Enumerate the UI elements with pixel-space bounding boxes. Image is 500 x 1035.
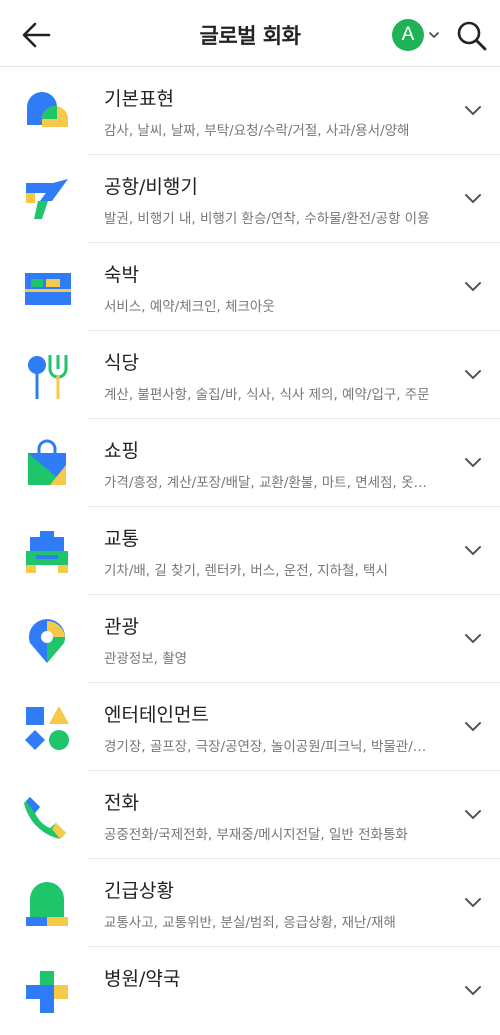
category-list: 기본표현 감사, 날씨, 날짜, 부탁/요청/수락/거절, 사과/용서/양해 공… [0,67,500,1035]
airplane-icon [26,179,68,219]
category-row-emergency[interactable]: 긴급상황 교통사고, 교통위반, 분실/범죄, 응급상황, 재난/재해 [0,859,500,947]
chevron-down-icon [465,810,481,820]
category-title: 전화 [104,792,139,814]
category-subtitle: 경기장, 골프장, 극장/공연장, 놀이공원/피크닉, 박물관/미술관 [104,739,434,755]
category-title: 긴급상황 [104,880,174,902]
taxi-icon [26,531,68,573]
category-title: 병원/약국 [104,968,181,990]
chevron-down-icon [465,722,481,732]
chevron-down-icon [465,546,481,556]
category-subtitle: 발권, 비행기 내, 비행기 환승/연착, 수하물/환전/공항 이용 [104,211,430,227]
chevron-down-icon [465,282,481,292]
bed-icon [25,273,71,305]
chevron-down-icon [465,986,481,996]
avatar: A [392,19,424,51]
category-title: 관광 [104,616,139,638]
category-subtitle: 계산, 불편사항, 술집/바, 식사, 식사 제의, 예약/입구, 주문 [104,387,430,403]
category-row-shopping[interactable]: 쇼핑 가격/흥정, 계산/포장/배달, 교환/환불, 마트, 면세점, 옷가게 [0,419,500,507]
chevron-down-icon [465,194,481,204]
account-switcher[interactable]: A [392,19,442,51]
category-subtitle: 공중전화/국제전화, 부재중/메시지전달, 일반 전화통화 [104,827,408,843]
category-subtitle: 교통사고, 교통위반, 분실/범죄, 응급상황, 재난/재해 [104,915,396,931]
chevron-down-icon [465,634,481,644]
chevron-down-icon [465,106,481,116]
map-pin-icon [29,619,66,663]
spoon-fork-icon [28,355,68,399]
category-title: 숙박 [104,264,139,286]
shopping-bag-icon [28,439,66,485]
category-title: 공항/비행기 [104,176,198,198]
phone-icon [24,797,66,839]
category-title: 식당 [104,352,139,374]
category-row-lodging[interactable]: 숙박 서비스, 예약/체크인, 체크아웃 [0,243,500,331]
search-icon[interactable] [455,19,489,53]
category-subtitle: 관광정보, 촬영 [104,651,188,667]
category-row-airport[interactable]: 공항/비행기 발권, 비행기 내, 비행기 환승/연착, 수하물/환전/공항 이… [0,155,500,243]
shapes-icon [25,706,69,750]
category-row-basic-expressions[interactable]: 기본표현 감사, 날씨, 날짜, 부탁/요청/수락/거절, 사과/용서/양해 [0,67,500,155]
category-subtitle: 기차/배, 길 찾기, 렌터카, 버스, 운전, 지하철, 택시 [104,563,388,579]
category-subtitle: 가격/흥정, 계산/포장/배달, 교환/환불, 마트, 면세점, 옷가게 [104,475,434,491]
category-row-hospital[interactable]: 병원/약국 [0,947,500,1035]
category-title: 교통 [104,528,139,550]
category-row-transport[interactable]: 교통 기차/배, 길 찾기, 렌터카, 버스, 운전, 지하철, 택시 [0,507,500,595]
category-subtitle: 서비스, 예약/체크인, 체크아웃 [104,299,275,315]
category-row-sightseeing[interactable]: 관광 관광정보, 촬영 [0,595,500,683]
app-header: 글로벌 회화 A [0,0,500,67]
speech-bubbles-icon [27,92,68,127]
siren-icon [26,882,68,926]
chevron-down-icon [429,32,439,39]
category-title: 엔터테인먼트 [104,704,209,726]
chevron-down-icon [465,458,481,468]
medical-cross-icon [26,971,68,1013]
category-row-phone[interactable]: 전화 공중전화/국제전화, 부재중/메시지전달, 일반 전화통화 [0,771,500,859]
category-row-restaurant[interactable]: 식당 계산, 불편사항, 술집/바, 식사, 식사 제의, 예약/입구, 주문 [0,331,500,419]
category-title: 기본표현 [104,88,174,110]
chevron-down-icon [465,898,481,908]
chevron-down-icon [465,370,481,380]
category-title: 쇼핑 [104,440,139,462]
category-row-entertainment[interactable]: 엔터테인먼트 경기장, 골프장, 극장/공연장, 놀이공원/피크닉, 박물관/미… [0,683,500,771]
category-subtitle: 감사, 날씨, 날짜, 부탁/요청/수락/거절, 사과/용서/양해 [104,123,410,139]
